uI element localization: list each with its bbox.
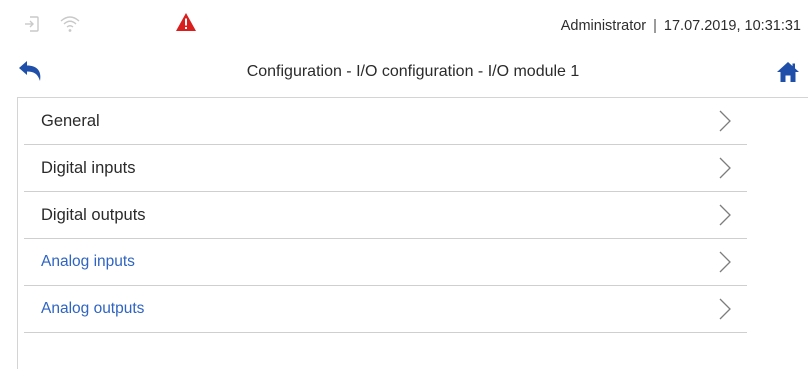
menu-list: General Digital inputs Digital outputs A… — [24, 98, 747, 333]
chevron-right-icon — [719, 157, 731, 179]
home-icon — [777, 62, 799, 82]
menu-panel: General Digital inputs Digital outputs A… — [17, 97, 808, 369]
status-bar: Administrator | 17.07.2019, 10:31:31 — [0, 0, 808, 50]
home-button[interactable] — [776, 60, 800, 84]
menu-item-label: General — [41, 112, 100, 130]
status-separator: | — [653, 18, 657, 34]
chevron-right-icon — [719, 110, 731, 132]
menu-item-label: Analog outputs — [41, 300, 145, 317]
chevron-right-icon — [719, 298, 731, 320]
menu-item-label: Digital outputs — [41, 206, 146, 224]
user-name: Administrator — [560, 18, 647, 34]
chevron-right-icon — [719, 204, 731, 226]
title-bar: Configuration - I/O configuration - I/O … — [0, 55, 808, 93]
menu-item-general[interactable]: General — [24, 98, 747, 145]
page-title: Configuration - I/O configuration - I/O … — [246, 63, 580, 80]
menu-item-digital-outputs[interactable]: Digital outputs — [24, 192, 747, 239]
chevron-right-icon — [719, 251, 731, 273]
menu-item-digital-inputs[interactable]: Digital inputs — [24, 145, 747, 192]
warning-icon[interactable] — [175, 12, 199, 34]
login-icon — [22, 14, 46, 36]
wifi-icon — [59, 14, 83, 36]
menu-item-analog-inputs[interactable]: Analog inputs — [24, 239, 747, 286]
io-module-screen: Administrator | 17.07.2019, 10:31:31 Confi… — [0, 0, 808, 369]
menu-item-label: Digital inputs — [41, 159, 136, 177]
menu-item-label: Analog inputs — [41, 253, 135, 270]
menu-item-analog-outputs[interactable]: Analog outputs — [24, 286, 747, 333]
datetime: 17.07.2019, 10:31:31 — [663, 18, 801, 34]
status-info: Administrator | 17.07.2019, 10:31:31 — [561, 18, 801, 34]
